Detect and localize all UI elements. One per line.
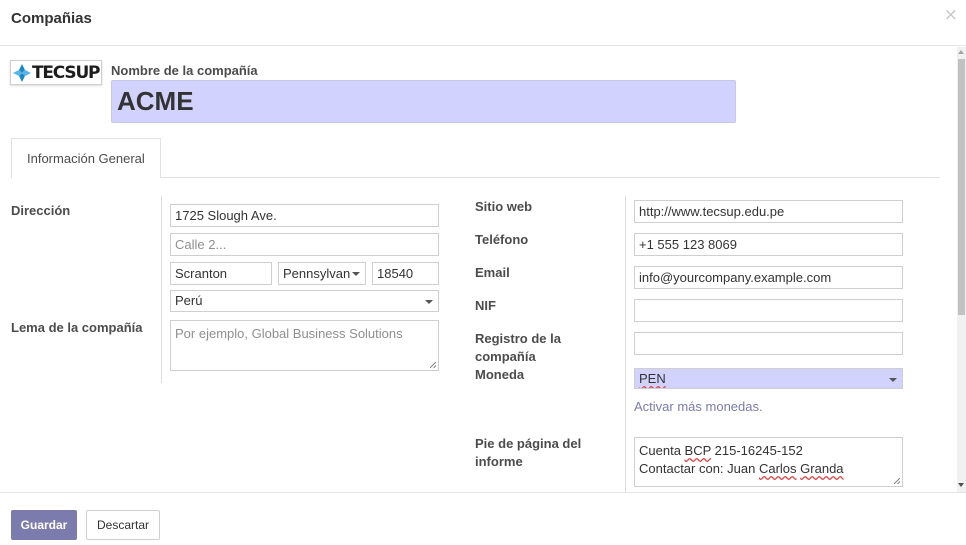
report-footer-text-misspelled: Carlos [758,461,797,476]
scrollbar-thumb[interactable] [958,59,965,315]
tab-general-info[interactable]: Información General [11,138,161,178]
state-select[interactable]: Pennsylvan [278,262,366,285]
street-input[interactable]: 1725 Slough Ave. [170,204,439,227]
registry-input[interactable] [634,332,903,355]
currency-select[interactable]: PEN [634,368,903,389]
registry-label-line1: Registro de la [475,331,561,346]
tagline-label: Lema de la compañía [11,320,143,335]
zip-input[interactable]: 18540 [372,262,439,285]
registry-label: Registro de la compañía [475,330,561,366]
report-footer-label-line2: informe [475,454,523,469]
phone-input[interactable]: +1 555 123 8069 [634,233,903,256]
website-input[interactable]: http://www.tecsup.edu.pe [634,200,903,223]
nif-input[interactable] [634,299,903,322]
street2-input[interactable]: Calle 2... [170,233,439,256]
country-select[interactable]: Perú [170,290,439,312]
logo-text: TECSUP [32,63,101,83]
save-button[interactable]: Guardar [11,510,77,540]
country-value: Perú [175,293,203,308]
resize-grip-icon[interactable] [894,478,900,484]
chevron-down-icon [425,300,433,304]
modal-title: Compañias [11,10,92,27]
activate-more-currencies-link[interactable]: Activar más monedas. [634,399,763,414]
currency-value: PEN [639,371,666,386]
scroll-down-icon[interactable] [958,483,964,487]
tecsup-logo-icon [13,64,31,82]
report-footer-label-line1: Pie de página del [475,436,582,451]
email-label: Email [475,265,510,280]
city-input[interactable]: Scranton [170,262,272,285]
report-footer-textarea[interactable]: Cuenta BCP 215-16245-152 Contactar con: … [634,437,903,487]
company-name-label: Nombre de la compañía [111,63,258,78]
phone-label: Teléfono [475,232,529,247]
tagline-textarea[interactable]: Por ejemplo, Global Business Solutions [170,320,439,371]
resize-grip-icon[interactable] [430,362,436,368]
scroll-up-icon[interactable] [958,50,964,54]
company-name-input[interactable]: ACME [111,80,736,123]
tagline-placeholder: Por ejemplo, Global Business Solutions [175,326,403,341]
chevron-down-icon [889,378,897,382]
nif-label: NIF [475,298,496,313]
modal-body: TECSUP Nombre de la compañía ACME Inform… [0,47,957,492]
tab-divider [161,177,940,178]
modal-footer: Guardar Descartar [0,492,966,545]
chevron-down-icon [352,272,360,276]
modal-header: Compañias × [0,0,966,46]
state-value: Pennsylvan [283,266,351,281]
report-footer-text: 215-16245-152 [711,443,803,458]
report-footer-line1: Cuenta BCP 215-16245-152 [639,442,898,460]
address-label: Dirección [11,203,71,218]
report-footer-text: Contactar con: Juan [639,461,759,476]
report-footer-text: Cuenta [639,443,685,458]
right-column-divider [625,196,626,492]
close-icon[interactable]: × [944,5,958,25]
email-input[interactable]: info@yourcompany.example.com [634,266,903,289]
report-footer-line2: Contactar con: Juan Carlos Granda [639,460,898,478]
discard-button[interactable]: Descartar [86,510,160,540]
registry-label-line2: compañía [475,349,536,364]
report-footer-text-misspelled: Granda [800,461,844,476]
company-logo[interactable]: TECSUP [10,60,102,85]
left-column-divider [161,196,162,383]
vertical-scrollbar[interactable] [957,47,966,492]
report-footer-text-misspelled: BCP [684,443,712,458]
report-footer-label: Pie de página del informe [475,435,581,471]
website-label: Sitio web [475,199,533,214]
currency-label: Moneda [475,367,525,382]
